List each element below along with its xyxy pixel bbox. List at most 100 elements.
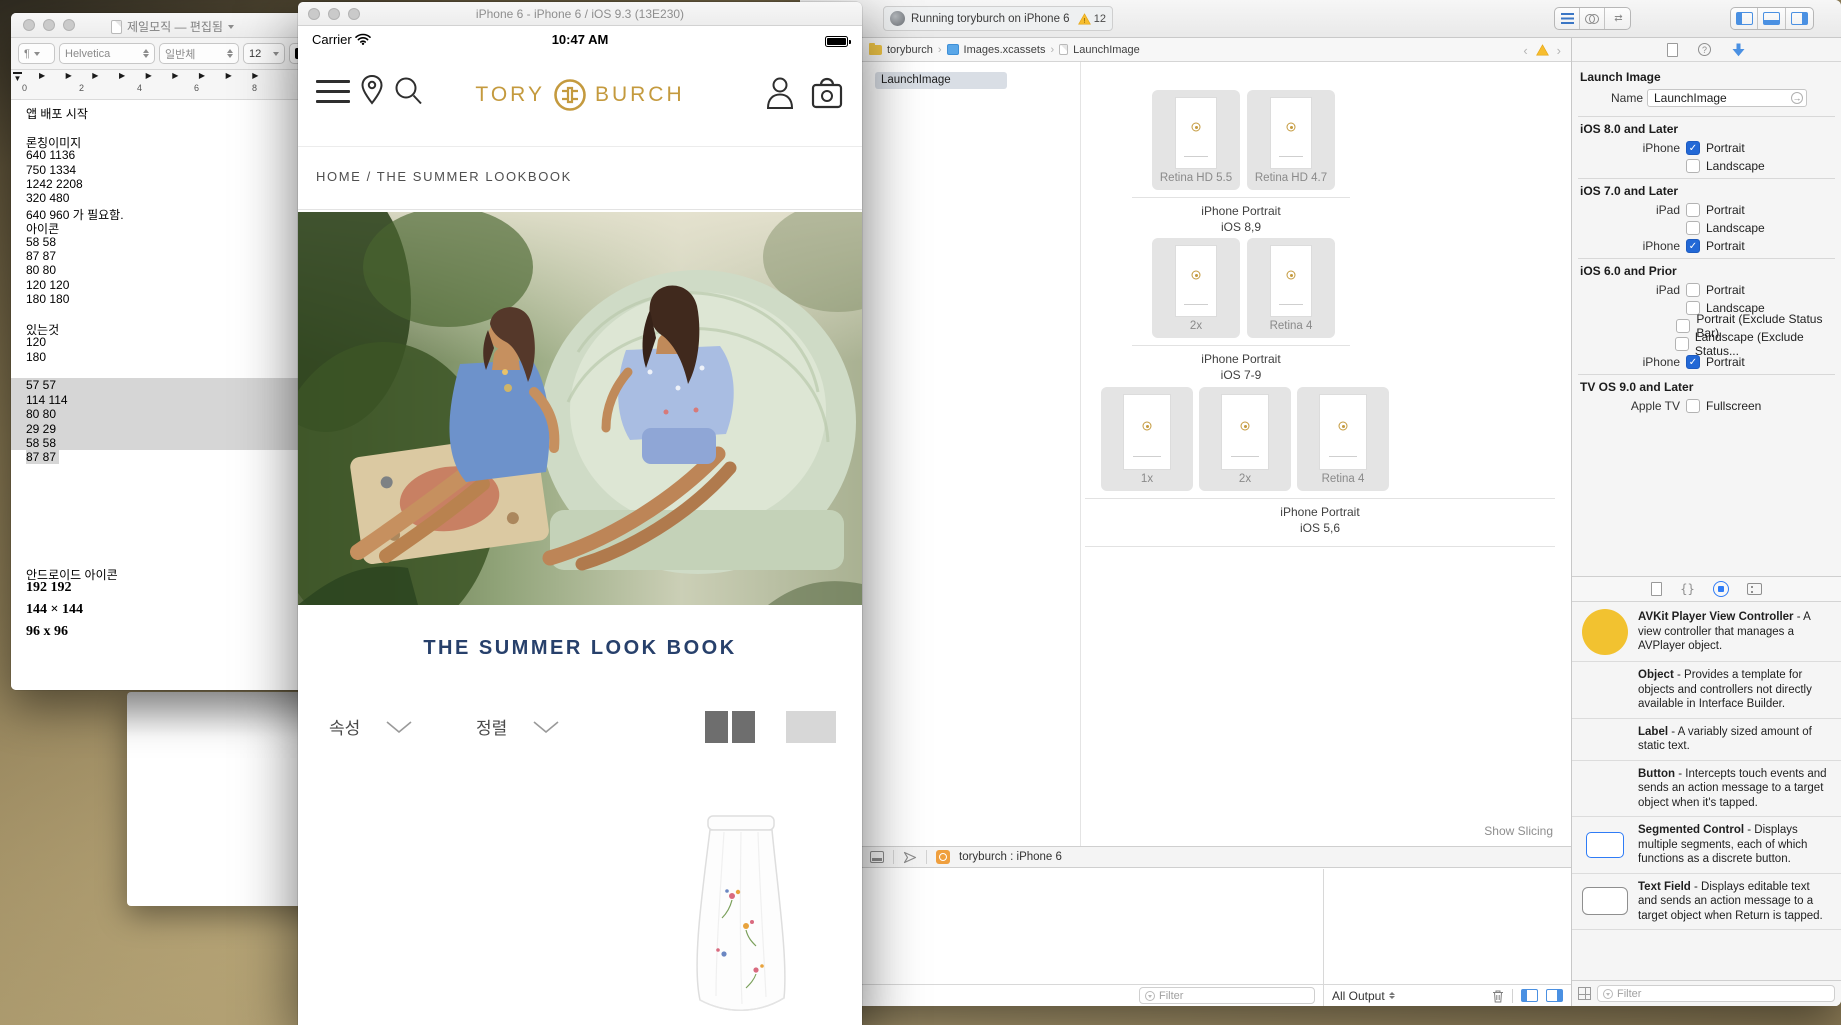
- sort-dropdown[interactable]: 정렬: [476, 714, 559, 739]
- breadcrumb[interactable]: HOME / THE SUMMER LOOKBOOK: [316, 169, 572, 184]
- launch-image-slot[interactable]: Retina 4: [1297, 387, 1389, 491]
- library-item[interactable]: Button - Intercepts touch events and sen…: [1572, 761, 1841, 818]
- checkbox[interactable]: [1675, 337, 1689, 351]
- filter-placeholder: Filter: [1159, 990, 1183, 1002]
- debug-target[interactable]: toryburch : iPhone 6: [959, 851, 1062, 863]
- asset-name-field[interactable]: LaunchImage: [1647, 89, 1807, 107]
- title-chevron-icon[interactable]: [228, 25, 234, 29]
- minimize-button[interactable]: [43, 19, 55, 31]
- zoom-button[interactable]: [63, 19, 75, 31]
- launch-image-slot[interactable]: 1x: [1101, 387, 1193, 491]
- library-view-mode-icon[interactable]: [1578, 987, 1591, 1000]
- hero-photo[interactable]: [298, 212, 862, 605]
- close-button[interactable]: [23, 19, 35, 31]
- margin-marker[interactable]: ▼: [13, 72, 22, 83]
- previous-issue-button[interactable]: ‹: [1523, 43, 1527, 58]
- asset-list-selected-item[interactable]: LaunchImage: [875, 72, 1007, 89]
- version-editor-button[interactable]: ⇄: [1605, 8, 1630, 29]
- typeface-select[interactable]: 일반체: [159, 43, 239, 64]
- toggle-debug-area-button[interactable]: [1758, 8, 1785, 29]
- traffic-lights[interactable]: [23, 19, 75, 31]
- brand-text-left: TORY: [475, 83, 545, 107]
- launch-image-slot[interactable]: 2x: [1199, 387, 1291, 491]
- object-library-icon: [1713, 581, 1729, 597]
- location-arrow-icon[interactable]: [903, 851, 917, 864]
- object-library-tab[interactable]: [1713, 581, 1729, 597]
- font-family-select[interactable]: Helvetica: [59, 43, 155, 64]
- jump-bar-item-project[interactable]: toryburch: [887, 44, 933, 56]
- library-item[interactable]: Text Field - Displays editable text and …: [1572, 874, 1841, 931]
- tory-burch-medallion-icon: [553, 78, 587, 112]
- attribute-filter-dropdown[interactable]: 속성: [329, 714, 412, 739]
- activity-viewer: Running toryburch on iPhone 6 ! 12: [883, 6, 1113, 31]
- library-filter-field[interactable]: Filter: [1597, 985, 1835, 1002]
- code-snippet-library-tab[interactable]: {}: [1680, 582, 1694, 596]
- trash-icon[interactable]: [1492, 989, 1504, 1003]
- assistant-editor-button[interactable]: [1580, 8, 1605, 29]
- variables-filter-field[interactable]: Filter: [1139, 987, 1315, 1004]
- simulator-window[interactable]: iPhone 6 - iPhone 6 / iOS 9.3 (13E230) C…: [298, 2, 862, 1025]
- variables-view-bar: Filter: [800, 984, 1323, 1006]
- jump-to-asset-icon[interactable]: →: [1791, 92, 1803, 104]
- checkbox[interactable]: [1686, 239, 1700, 253]
- checkbox[interactable]: [1686, 203, 1700, 217]
- checkbox[interactable]: [1686, 141, 1700, 155]
- standard-editor-button[interactable]: [1555, 8, 1580, 29]
- library-item[interactable]: Segmented Control - Displays multiple se…: [1572, 817, 1841, 874]
- zoom-button[interactable]: [348, 8, 360, 20]
- single-view-toggle[interactable]: [786, 711, 836, 743]
- grid-view-toggle-left[interactable]: [705, 711, 728, 743]
- debug-area-toggle-icon[interactable]: [870, 851, 884, 863]
- attributes-inspector-icon[interactable]: [1731, 43, 1746, 57]
- library-item[interactable]: AVKit Player View Controller - A view co…: [1572, 603, 1841, 662]
- embroidered-skirt: [666, 804, 816, 1025]
- launch-image-slot[interactable]: Retina HD 4.7: [1247, 90, 1335, 190]
- checkbox[interactable]: [1676, 319, 1690, 333]
- ruler-number: 8: [252, 83, 257, 93]
- library-item[interactable]: Object - Provides a template for objects…: [1572, 662, 1841, 719]
- show-slicing-button[interactable]: Show Slicing: [1484, 824, 1553, 838]
- minimize-button[interactable]: [328, 8, 340, 20]
- checkbox[interactable]: [1686, 399, 1700, 413]
- simulator-titlebar[interactable]: iPhone 6 - iPhone 6 / iOS 9.3 (13E230): [298, 2, 862, 26]
- toggle-navigator-button[interactable]: [1731, 8, 1758, 29]
- jump-bar-item-launchimage[interactable]: LaunchImage: [1073, 44, 1140, 56]
- file-template-library-tab[interactable]: [1651, 582, 1662, 596]
- grid-view-toggle-right[interactable]: [732, 711, 755, 743]
- library-item[interactable]: Label - A variably sized amount of stati…: [1572, 719, 1841, 761]
- launch-image-slot[interactable]: Retina 4: [1247, 238, 1335, 338]
- xcode-window[interactable]: Running toryburch on iPhone 6 ! 12 ⇄ tor…: [800, 0, 1841, 1006]
- quick-help-icon[interactable]: ?: [1698, 43, 1711, 56]
- checkbox[interactable]: [1686, 355, 1700, 369]
- tory-burch-medallion-icon: [1287, 271, 1296, 280]
- console-pane-toggle-right[interactable]: [1546, 989, 1563, 1002]
- media-library-tab[interactable]: [1747, 583, 1762, 595]
- close-button[interactable]: [308, 8, 320, 20]
- traffic-lights[interactable]: [308, 8, 360, 20]
- assistant-editor-icon: [1585, 14, 1599, 23]
- next-issue-button[interactable]: ›: [1557, 43, 1561, 58]
- tory-burch-medallion-icon: [1143, 422, 1152, 431]
- checkbox-row: Landscape: [1572, 219, 1835, 237]
- launch-image-slot[interactable]: 2x: [1152, 238, 1240, 338]
- checkbox[interactable]: [1686, 221, 1700, 235]
- file-inspector-icon[interactable]: [1667, 43, 1678, 57]
- tab-stops[interactable]: ▶▶▶▶▶▶▶▶▶: [39, 71, 279, 80]
- jump-bar-item-xcassets[interactable]: Images.xcassets: [964, 44, 1046, 56]
- shopping-bag-icon[interactable]: [810, 74, 844, 110]
- warning-count-badge[interactable]: ! 12: [1078, 13, 1106, 25]
- checkbox[interactable]: [1686, 159, 1700, 173]
- toggle-utilities-button[interactable]: [1786, 8, 1813, 29]
- library-bottom-bar: Filter: [1572, 980, 1841, 1006]
- ruler-number: 0: [22, 83, 27, 93]
- font-size-select[interactable]: 12: [243, 43, 285, 64]
- product-item-skirt[interactable]: [666, 804, 816, 1025]
- console-pane-toggle-left[interactable]: [1521, 989, 1538, 1002]
- tory-burch-medallion-icon: [1287, 123, 1296, 132]
- account-icon[interactable]: [766, 76, 794, 110]
- ruler-number: 6: [194, 83, 199, 93]
- console-output-selector[interactable]: All Output: [1332, 989, 1396, 1003]
- checkbox[interactable]: [1686, 283, 1700, 297]
- launch-image-slot[interactable]: Retina HD 5.5: [1152, 90, 1240, 190]
- paragraph-style-select[interactable]: ¶: [18, 43, 55, 64]
